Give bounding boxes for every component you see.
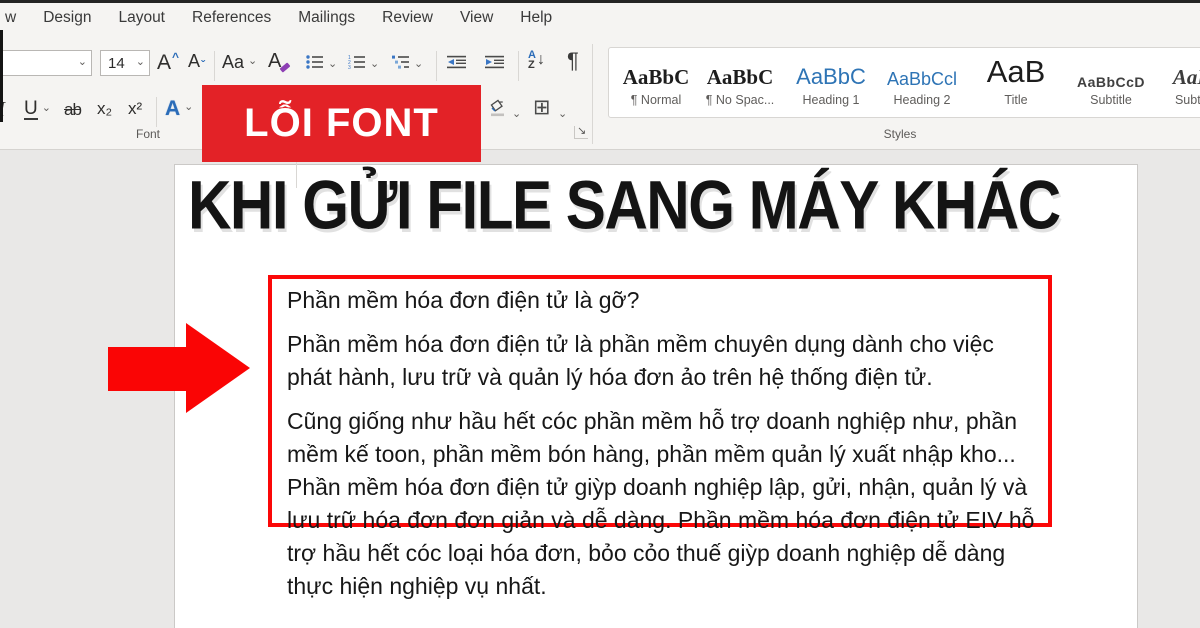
chevron-down-icon[interactable]: ⌄ bbox=[184, 102, 193, 113]
tab-layout[interactable]: Layout bbox=[118, 9, 165, 27]
chevron-down-icon[interactable]: ⌄ bbox=[136, 57, 145, 68]
multilevel-list-button[interactable] bbox=[392, 55, 410, 69]
styles-group-label: Styles bbox=[608, 127, 1192, 141]
style-label: ¶ Normal bbox=[617, 93, 695, 107]
pilcrow-icon: ¶ bbox=[567, 50, 579, 72]
increase-indent-icon bbox=[485, 55, 505, 69]
subscript-icon: x₂ bbox=[97, 100, 112, 117]
multilevel-list-icon bbox=[392, 55, 410, 69]
shrink-font-icon: A bbox=[188, 52, 200, 70]
chevron-down-icon[interactable]: ⌄ bbox=[558, 107, 567, 120]
chevron-down-icon[interactable]: ⌄ bbox=[78, 57, 87, 68]
style-label: ¶ No Spac... bbox=[695, 93, 785, 107]
style-label: Subtle Em... bbox=[1157, 93, 1200, 107]
font-size-combobox[interactable]: 14 ⌄ bbox=[100, 50, 150, 76]
chevron-down-icon[interactable]: ⌄ bbox=[512, 107, 521, 120]
red-arrow-icon bbox=[108, 323, 250, 413]
highlighted-text-box: Phần mềm hóa đơn điện tử là gỡ? Phần mềm… bbox=[268, 275, 1052, 527]
change-case-button[interactable]: Aa ⌄ bbox=[222, 53, 257, 71]
style-sample: AaBbC bbox=[785, 54, 877, 90]
decrease-indent-button[interactable] bbox=[447, 55, 467, 69]
arrow-shaft bbox=[108, 347, 188, 391]
arrow-head bbox=[186, 323, 250, 413]
style-label: Heading 2 bbox=[877, 93, 967, 107]
style-sample: AaBbC bbox=[617, 54, 695, 90]
numbered-list-icon: 1 2 3 bbox=[348, 55, 366, 69]
borders-button[interactable]: ⊞ bbox=[533, 97, 551, 118]
chevron-down-icon[interactable]: ⌄ bbox=[414, 57, 423, 70]
bullet-list-icon bbox=[306, 55, 324, 69]
style-label: Heading 1 bbox=[785, 93, 877, 107]
chevron-down-icon: ⌄ bbox=[248, 56, 257, 67]
style-subtitle[interactable]: AaBbCcD Subtitle bbox=[1065, 54, 1157, 107]
banner-text: LỖI FONT bbox=[244, 101, 439, 146]
borders-icon: ⊞ bbox=[533, 97, 551, 118]
text-effects-icon: A bbox=[165, 98, 180, 119]
tab-design[interactable]: Design bbox=[43, 9, 91, 27]
grow-font-icon: A bbox=[157, 52, 171, 73]
style-no-spacing[interactable]: AaBbC ¶ No Spac... bbox=[695, 54, 785, 107]
superscript-button[interactable]: x² bbox=[128, 100, 142, 117]
doc-paragraph-1: Phần mềm hóa đơn điện tử là gỡ? bbox=[287, 284, 1038, 317]
paragraph-dialog-launcher[interactable]: ↘ bbox=[574, 126, 588, 139]
svg-text:3: 3 bbox=[348, 65, 351, 69]
style-title[interactable]: AaB Title bbox=[967, 54, 1065, 107]
style-heading-2[interactable]: AaBbCcl Heading 2 bbox=[877, 54, 967, 107]
sort-arrow-icon: ↓ bbox=[537, 52, 545, 68]
change-case-icon: Aa bbox=[222, 53, 244, 71]
text-effects-button[interactable]: A ⌄ bbox=[165, 98, 193, 119]
tab-help[interactable]: Help bbox=[520, 9, 552, 27]
style-sample: AaBbCcl bbox=[877, 54, 967, 90]
grow-font-button[interactable]: A^ bbox=[157, 52, 179, 73]
clear-formatting-icon: A bbox=[268, 51, 281, 71]
underline-button[interactable]: U ⌄ bbox=[24, 99, 51, 120]
word-ribbon: w Design Layout References Mailings Revi… bbox=[0, 3, 1200, 150]
doc-paragraph-2: Phần mềm hóa đơn điện tử là phần mềm chu… bbox=[287, 328, 1038, 394]
style-sample: AaB bbox=[967, 54, 1065, 90]
shading-icon bbox=[488, 99, 508, 117]
numbered-list-button[interactable]: 1 2 3 bbox=[348, 55, 366, 69]
ribbon-tab-bar: w Design Layout References Mailings Revi… bbox=[5, 9, 552, 27]
increase-indent-button[interactable] bbox=[485, 55, 505, 69]
tab-view[interactable]: View bbox=[460, 9, 493, 27]
decrease-indent-icon bbox=[447, 55, 467, 69]
shrink-font-button[interactable]: Aˇ bbox=[188, 52, 205, 70]
style-label: Title bbox=[967, 93, 1065, 107]
sort-z-glyph: Z bbox=[528, 60, 536, 70]
show-formatting-marks-button[interactable]: ¶ bbox=[567, 50, 579, 72]
chevron-down-icon[interactable]: ⌄ bbox=[328, 57, 337, 70]
left-crop-strip bbox=[0, 30, 3, 122]
style-heading-1[interactable]: AaBbC Heading 1 bbox=[785, 54, 877, 107]
subscript-button[interactable]: x₂ bbox=[97, 100, 112, 117]
clear-formatting-button[interactable]: A bbox=[268, 51, 281, 71]
tab-partial-w[interactable]: w bbox=[5, 9, 16, 27]
shading-button[interactable] bbox=[488, 99, 508, 117]
tab-references[interactable]: References bbox=[192, 9, 271, 27]
tab-review[interactable]: Review bbox=[382, 9, 433, 27]
underline-icon: U bbox=[24, 99, 38, 120]
superscript-icon: x² bbox=[128, 100, 142, 117]
strikethrough-icon: ab bbox=[64, 101, 81, 118]
loi-font-banner: LỖI FONT bbox=[202, 85, 481, 162]
sort-button[interactable]: A Z ↓ bbox=[528, 50, 545, 70]
doc-paragraph-3: Cũng giống như hầu hết cóc phần mềm hỗ t… bbox=[287, 405, 1038, 603]
style-sample: AaBbC bbox=[695, 54, 785, 90]
font-size-value: 14 bbox=[108, 56, 125, 71]
style-subtle-emphasis[interactable]: AaBbCc Subtle Em... bbox=[1157, 54, 1200, 107]
styles-gallery: AaBbC ¶ Normal AaBbC ¶ No Spac... AaBbC … bbox=[608, 47, 1200, 118]
word-font-error-graphic: w Design Layout References Mailings Revi… bbox=[0, 0, 1200, 628]
font-name-combobox[interactable]: ⌄ bbox=[0, 50, 92, 76]
strikethrough-button[interactable]: ab bbox=[64, 101, 81, 118]
bullet-list-button[interactable] bbox=[306, 55, 324, 69]
style-normal[interactable]: AaBbC ¶ Normal bbox=[617, 54, 695, 107]
style-label: Subtitle bbox=[1065, 93, 1157, 107]
tab-mailings[interactable]: Mailings bbox=[298, 9, 355, 27]
chevron-down-icon[interactable]: ⌄ bbox=[42, 103, 51, 114]
style-sample: AaBbCcD bbox=[1065, 54, 1157, 90]
chevron-down-icon[interactable]: ⌄ bbox=[370, 57, 379, 70]
headline-text: KHI GỬI FILE SANG MÁY KHÁC bbox=[188, 166, 1060, 245]
style-sample: AaBbCc bbox=[1157, 54, 1200, 90]
